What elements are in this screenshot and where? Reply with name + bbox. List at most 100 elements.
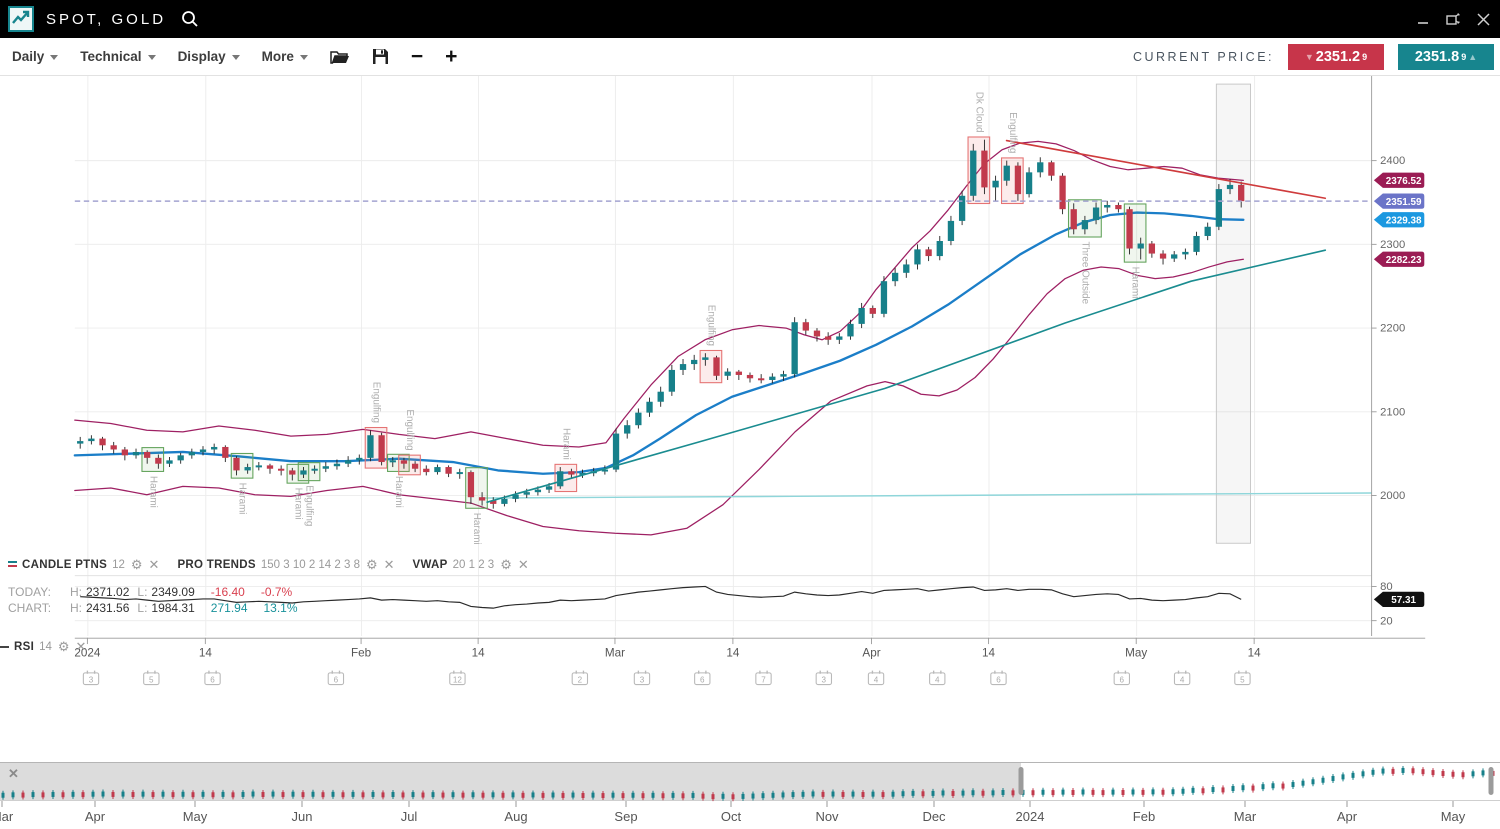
time-axis: 202414Feb14Mar14Apr14May14 xyxy=(74,638,1425,660)
stats-chart-row: CHART: H:2431.56 L:1984.31 271.94 13.1% xyxy=(8,601,298,617)
calendar-icon[interactable]: 6 xyxy=(991,671,1006,685)
svg-text:Apr: Apr xyxy=(862,647,880,660)
calendar-icon[interactable]: 3 xyxy=(816,671,831,685)
app-logo-icon xyxy=(8,6,34,32)
svg-text:14: 14 xyxy=(472,647,486,660)
restore-icon[interactable] xyxy=(1445,12,1461,26)
rsi-legend: RSI 14 ⚙ ✕ xyxy=(0,639,86,655)
svg-text:2000: 2000 xyxy=(1380,490,1405,502)
pattern-label: Harami xyxy=(237,483,248,515)
open-folder-icon[interactable] xyxy=(330,49,350,65)
svg-text:Mar: Mar xyxy=(1234,809,1257,824)
gear-icon[interactable]: ⚙ xyxy=(131,557,143,573)
calendar-icon[interactable]: 12 xyxy=(450,671,465,685)
remove-indicator-icon[interactable]: ✕ xyxy=(518,557,529,573)
calendar-icon[interactable]: 6 xyxy=(205,671,220,685)
pattern-label: Harami xyxy=(292,488,303,520)
svg-text:2200: 2200 xyxy=(1380,323,1405,335)
svg-text:57.31: 57.31 xyxy=(1391,595,1416,606)
calendar-event-badges: 3 5 6 6 12 2 3 6 7 3 4 4 6 6 4 5 xyxy=(83,671,1250,685)
svg-text:14: 14 xyxy=(1248,647,1262,660)
remove-indicator-icon[interactable]: ✕ xyxy=(76,639,87,655)
main-chart[interactable]: HaramiHaramiHaramiEngulfingEngulfingHara… xyxy=(0,76,1500,762)
menu-more[interactable]: More xyxy=(262,49,308,64)
ask-price-badge: 2351.89 ▲ xyxy=(1398,44,1494,70)
calendar-icon[interactable]: 2 xyxy=(572,671,587,685)
calendar-icon[interactable]: 5 xyxy=(1235,671,1250,685)
pattern-label: Harami xyxy=(471,513,482,545)
calendar-icon[interactable]: 3 xyxy=(634,671,649,685)
navigator-close-icon[interactable]: ✕ xyxy=(8,766,19,781)
navigator[interactable]: ✕MarAprMayJunJulAugSepOctNovDec2024FebMa… xyxy=(0,762,1500,829)
search-icon[interactable] xyxy=(180,9,200,29)
svg-text:Oct: Oct xyxy=(721,809,742,824)
rsi-value-badge: 57.31 xyxy=(1374,592,1424,607)
calendar-icon[interactable]: 5 xyxy=(144,671,159,685)
window-controls xyxy=(1417,0,1490,38)
arrow-down-icon: ▼ xyxy=(1305,53,1314,62)
zoom-in-button[interactable]: + xyxy=(445,46,457,67)
svg-text:2100: 2100 xyxy=(1380,406,1405,418)
current-price-bar: CURRENT PRICE: ▼ 2351.29 2351.89 ▲ xyxy=(1133,38,1494,76)
svg-text:4: 4 xyxy=(874,675,879,684)
remove-indicator-icon[interactable]: ✕ xyxy=(384,557,395,573)
svg-text:12: 12 xyxy=(453,675,463,684)
pattern-label: Dk Cloud xyxy=(973,92,984,133)
svg-text:80: 80 xyxy=(1380,581,1393,593)
grid xyxy=(75,76,1371,636)
chevron-down-icon xyxy=(232,55,240,60)
menu-technical[interactable]: Technical xyxy=(80,49,155,64)
svg-text:2376.52: 2376.52 xyxy=(1386,176,1422,187)
svg-text:Aug: Aug xyxy=(504,809,527,824)
svg-text:Jul: Jul xyxy=(401,809,418,824)
chevron-down-icon xyxy=(148,55,156,60)
svg-text:May: May xyxy=(1125,647,1147,660)
today-change-pct: -0.7% xyxy=(261,585,292,601)
calendar-icon[interactable]: 4 xyxy=(1174,671,1189,685)
zoom-out-button[interactable]: − xyxy=(411,46,423,67)
svg-text:2024: 2024 xyxy=(1016,809,1045,824)
menu-daily[interactable]: Daily xyxy=(12,49,58,64)
indicator-legend-row: CANDLE PTNS 12 ⚙ ✕ PRO TRENDS 150 3 10 2… xyxy=(8,557,529,573)
svg-text:14: 14 xyxy=(726,647,740,660)
remove-indicator-icon[interactable]: ✕ xyxy=(149,557,160,573)
gear-icon[interactable]: ⚙ xyxy=(366,557,378,573)
save-icon[interactable] xyxy=(372,48,389,65)
legend-pro-trends: PRO TRENDS xyxy=(177,559,255,571)
calendar-icon[interactable]: 6 xyxy=(328,671,343,685)
calendar-icon[interactable]: 7 xyxy=(756,671,771,685)
svg-text:5: 5 xyxy=(1240,675,1245,684)
pattern-label: Engulfing xyxy=(705,305,716,346)
svg-text:3: 3 xyxy=(640,675,645,684)
svg-text:3: 3 xyxy=(89,675,94,684)
svg-text:6: 6 xyxy=(996,675,1001,684)
svg-text:7: 7 xyxy=(761,675,766,684)
calendar-icon[interactable]: 4 xyxy=(868,671,883,685)
svg-text:4: 4 xyxy=(1180,675,1185,684)
calendar-icon[interactable]: 3 xyxy=(83,671,98,685)
calendar-icon[interactable]: 6 xyxy=(1114,671,1129,685)
menu-display[interactable]: Display xyxy=(178,49,240,64)
today-change: -16.40 xyxy=(211,585,245,601)
selection-highlight xyxy=(1216,84,1250,543)
calendar-icon[interactable]: 4 xyxy=(930,671,945,685)
chart-change: 271.94 xyxy=(211,601,248,617)
moving-average xyxy=(75,213,1244,474)
gear-icon[interactable]: ⚙ xyxy=(58,639,70,655)
minimize-icon[interactable] xyxy=(1417,13,1429,25)
svg-text:2351.59: 2351.59 xyxy=(1386,197,1422,208)
calendar-icon[interactable]: 6 xyxy=(695,671,710,685)
close-icon[interactable] xyxy=(1477,13,1490,26)
gear-icon[interactable]: ⚙ xyxy=(500,557,512,573)
pattern-label: Harami xyxy=(1130,267,1141,299)
price-badge-2376.52: 2376.52 xyxy=(1374,173,1424,188)
svg-text:Apr: Apr xyxy=(85,809,106,824)
pattern-label: Engulfing xyxy=(304,485,315,526)
svg-text:Sep: Sep xyxy=(614,809,637,824)
pattern-label: Engulfing xyxy=(371,382,382,423)
svg-text:Mar: Mar xyxy=(0,809,14,824)
navigator-right-handle[interactable] xyxy=(1489,767,1494,795)
svg-text:Mar: Mar xyxy=(605,647,625,660)
navigator-left-handle[interactable] xyxy=(1019,767,1024,795)
price-badge-2282.23: 2282.23 xyxy=(1374,252,1424,267)
